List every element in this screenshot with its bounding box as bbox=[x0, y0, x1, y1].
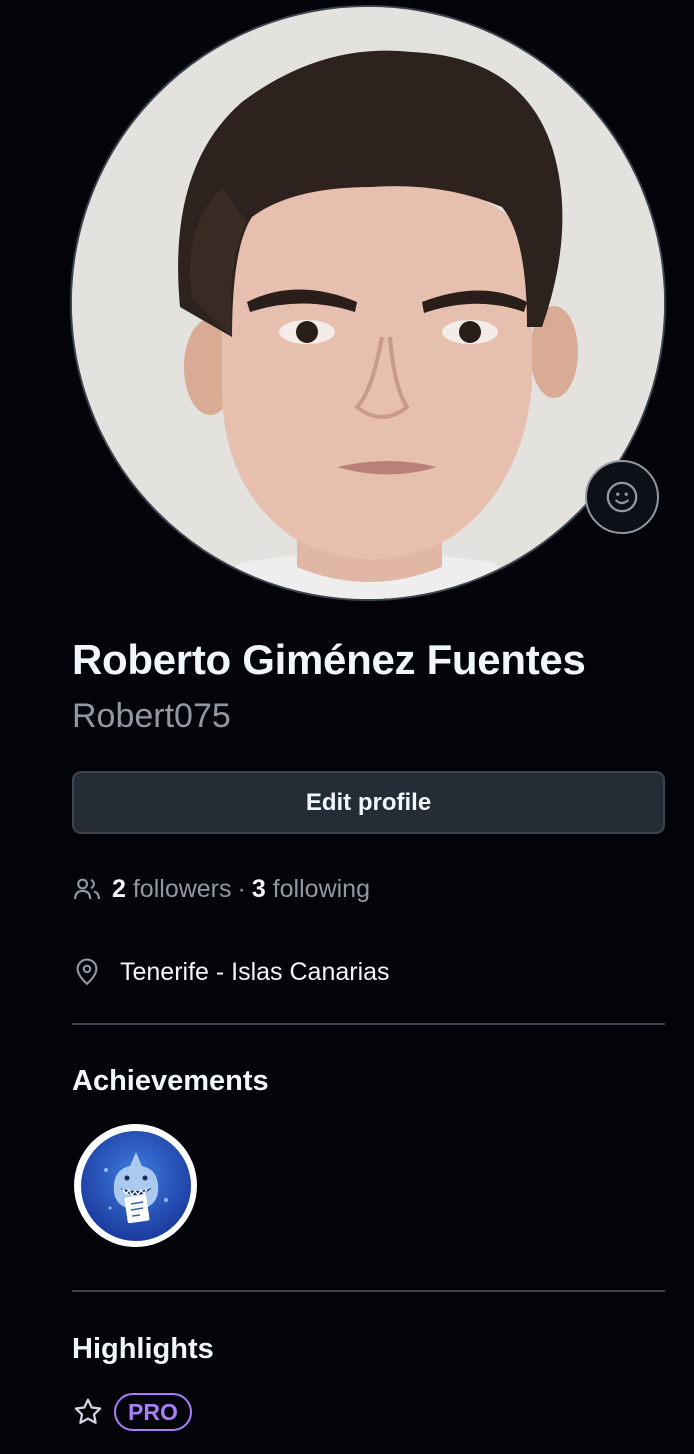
follow-separator: · bbox=[237, 874, 246, 903]
avatar-photo bbox=[72, 7, 664, 599]
followers-label: followers bbox=[132, 874, 232, 903]
divider bbox=[72, 1023, 665, 1025]
following-link[interactable]: 3 following bbox=[252, 875, 370, 904]
achievements-heading: Achievements bbox=[72, 1065, 269, 1097]
avatar[interactable] bbox=[70, 5, 666, 601]
following-label: following bbox=[272, 874, 370, 903]
smiley-icon bbox=[606, 481, 638, 513]
star-icon bbox=[74, 1398, 102, 1424]
follow-stats: 2 followers · 3 following bbox=[72, 871, 370, 907]
achievement-badge[interactable] bbox=[74, 1124, 197, 1247]
location-text: Tenerife - Islas Canarias bbox=[120, 957, 390, 986]
highlight-item: PRO bbox=[72, 1391, 192, 1433]
people-icon bbox=[74, 878, 100, 900]
edit-profile-button[interactable]: Edit profile bbox=[72, 771, 665, 834]
pro-badge[interactable]: PRO bbox=[114, 1393, 192, 1431]
highlights-heading: Highlights bbox=[72, 1333, 214, 1365]
following-count: 3 bbox=[251, 874, 266, 903]
profile-username: Robert075 bbox=[72, 697, 231, 735]
followers-count: 2 bbox=[112, 874, 126, 903]
profile-full-name: Roberto Giménez Fuentes bbox=[72, 636, 586, 683]
profile-sidebar: Roberto Giménez Fuentes Robert075 Edit p… bbox=[0, 0, 694, 1454]
profile-location: Tenerife - Islas Canarias bbox=[72, 953, 390, 991]
set-status-button[interactable] bbox=[585, 460, 659, 534]
location-pin-icon bbox=[76, 958, 98, 986]
divider bbox=[72, 1290, 665, 1292]
followers-link[interactable]: 2 followers bbox=[112, 875, 232, 904]
pull-shark-badge-icon bbox=[80, 1130, 191, 1241]
avatar-container bbox=[70, 5, 666, 601]
